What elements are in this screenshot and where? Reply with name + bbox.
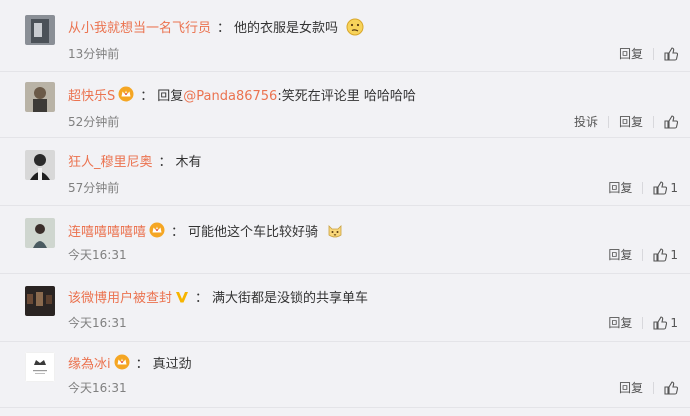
- comment-time: 57分钟前: [68, 181, 120, 195]
- comment-text: :笑死在评论里 哈哈哈哈: [277, 89, 416, 104]
- comment-time: 今天16:31: [68, 316, 127, 330]
- like-count: 1: [670, 316, 678, 330]
- v-badge-icon: [175, 290, 189, 310]
- avatar[interactable]: [25, 150, 55, 180]
- avatar[interactable]: [25, 82, 55, 112]
- like-button[interactable]: 1: [653, 247, 678, 263]
- crown-badge-icon: [118, 86, 134, 108]
- thumbs-up-icon: [664, 381, 678, 395]
- reply-button[interactable]: 回复: [608, 315, 632, 331]
- comment-text: 满大街都是没锁的共享单车: [212, 291, 369, 306]
- like-button[interactable]: [664, 115, 678, 129]
- crown-badge-icon: [149, 222, 165, 244]
- like-button[interactable]: [664, 381, 678, 395]
- confused-face-emoji: [346, 18, 364, 42]
- report-button[interactable]: 投诉: [574, 114, 598, 130]
- reply-button[interactable]: 回复: [619, 380, 643, 396]
- like-count: 1: [670, 248, 678, 262]
- comment-item: 狂人_穆里尼奥：木有 57分钟前 回复 1: [0, 142, 690, 206]
- comment-time: 52分钟前: [68, 115, 120, 129]
- divider: [653, 382, 654, 394]
- user-name[interactable]: 缘為冰i: [68, 357, 111, 372]
- user-name[interactable]: 连嘻嘻嘻嘻嘻: [68, 225, 146, 240]
- comment-item: 该微博用户被查封：满大街都是没锁的共享单车 今天16:31 回复 1: [0, 278, 690, 342]
- mention-link[interactable]: @Panda86756: [183, 89, 277, 104]
- like-button[interactable]: 1: [653, 315, 678, 331]
- divider: [653, 116, 654, 128]
- divider: [642, 317, 644, 329]
- comment-item: 超快乐S：回复@Panda86756:笑死在评论里 哈哈哈哈 52分钟前 投诉 …: [0, 76, 690, 138]
- user-name[interactable]: 该微博用户被查封: [68, 291, 172, 306]
- like-count: 1: [670, 181, 678, 195]
- like-button[interactable]: [664, 47, 678, 61]
- comment-time: 13分钟前: [68, 47, 120, 61]
- divider: [607, 116, 609, 128]
- reply-button[interactable]: 回复: [619, 114, 643, 130]
- comment-item: 缘為冰i：真过劲 今天16:31 回复: [0, 346, 690, 408]
- reply-button[interactable]: 回复: [608, 247, 632, 263]
- crown-badge-icon: [114, 354, 130, 376]
- user-name[interactable]: 狂人_穆里尼奥: [68, 155, 153, 170]
- thumbs-up-icon: [664, 115, 678, 129]
- divider: [642, 249, 644, 261]
- cat-face-emoji: [326, 222, 344, 246]
- thumbs-up-icon: [653, 316, 668, 330]
- comment-text: 真过劲: [152, 357, 192, 372]
- reply-button[interactable]: 回复: [619, 46, 643, 62]
- thumbs-up-icon: [653, 248, 668, 262]
- comment-time: 今天16:31: [68, 381, 127, 395]
- comment-time: 今天16:31: [68, 248, 127, 262]
- comment-item: 连嘻嘻嘻嘻嘻：可能他这个车比较好骑 今天16:31 回复 1: [0, 210, 690, 274]
- thumbs-up-icon: [653, 181, 668, 195]
- like-button[interactable]: 1: [653, 180, 678, 196]
- avatar[interactable]: [25, 352, 55, 382]
- avatar[interactable]: [25, 15, 55, 45]
- user-name[interactable]: 从小我就想当一名飞行员: [68, 21, 211, 36]
- comment-item: 从小我就想当一名飞行员：他的衣服是女款吗 13分钟前 回复: [0, 10, 690, 72]
- divider: [642, 182, 644, 194]
- comment-text: 他的衣服是女款吗: [234, 21, 339, 36]
- reply-prefix: 回复: [157, 89, 184, 104]
- avatar[interactable]: [25, 218, 55, 248]
- comment-text: 可能他这个车比较好骑: [188, 225, 319, 240]
- reply-button[interactable]: 回复: [608, 180, 632, 196]
- user-name[interactable]: 超快乐S: [68, 89, 115, 104]
- divider: [653, 48, 654, 60]
- thumbs-up-icon: [664, 47, 678, 61]
- comment-list: 从小我就想当一名飞行员：他的衣服是女款吗 13分钟前 回复 超快乐S：回复@Pa…: [0, 0, 690, 416]
- avatar[interactable]: [25, 286, 55, 316]
- comment-text: 木有: [175, 155, 202, 170]
